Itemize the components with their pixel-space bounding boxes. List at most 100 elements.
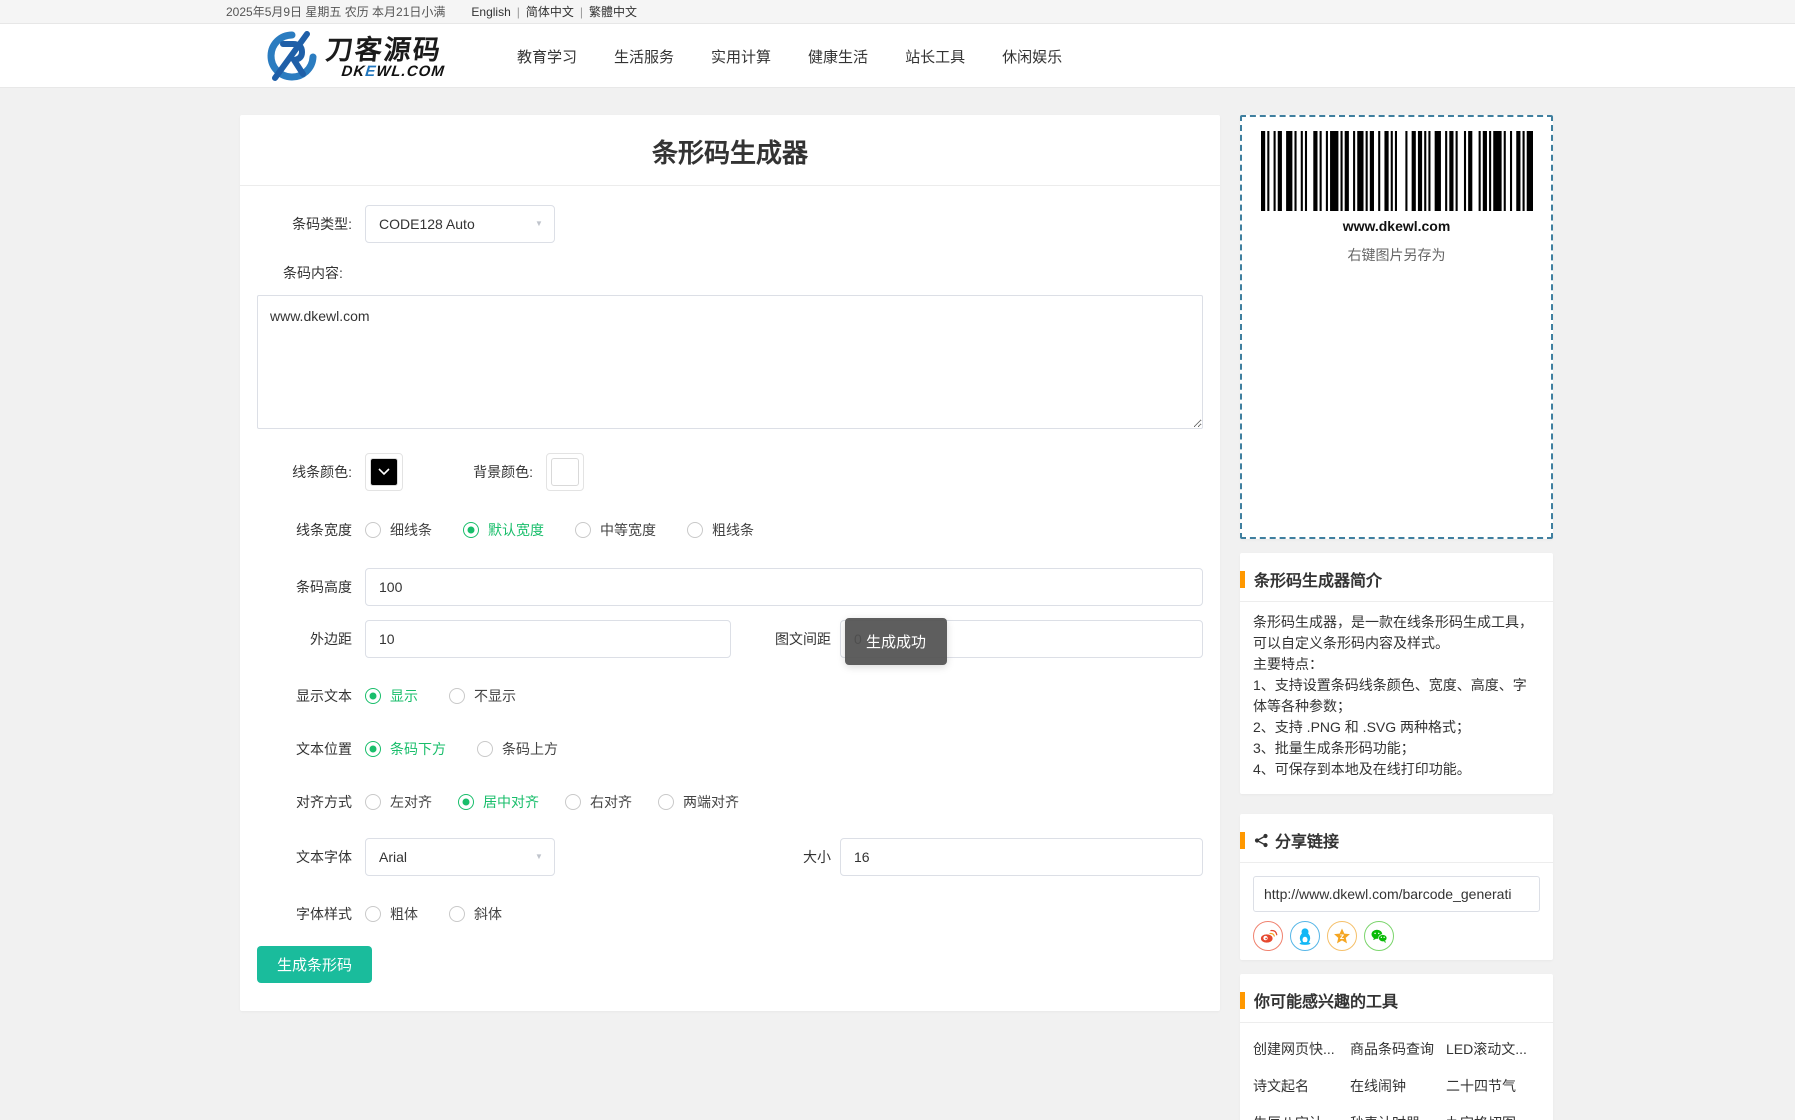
lang-simplified-chinese[interactable]: 简体中文	[526, 3, 574, 20]
line-width-radio-group: 细线条 默认宽度 中等宽度 粗线条	[365, 520, 785, 540]
select-value: CODE128 Auto	[379, 216, 475, 232]
lang-english[interactable]: English	[471, 5, 510, 19]
share-panel-header: 分享链接	[1240, 814, 1553, 863]
radio-label: 居中对齐	[483, 792, 539, 812]
font-size-label: 大小	[761, 847, 831, 867]
radio-bold[interactable]: 粗体	[365, 904, 418, 924]
radio-medium-width[interactable]: 中等宽度	[575, 520, 656, 540]
tool-link-led-scrolling-text[interactable]: LED滚动文...	[1446, 1039, 1540, 1059]
tools-panel-header: 你可能感兴趣的工具	[1240, 974, 1553, 1023]
radio-show[interactable]: 显示	[365, 686, 418, 706]
logo-text: 刀客源码 DKEWL.COM	[323, 37, 449, 80]
page-title: 条形码生成器	[240, 115, 1220, 186]
radio-circle	[565, 794, 581, 810]
success-toast: 生成成功	[845, 618, 947, 665]
radio-align-left[interactable]: 左对齐	[365, 792, 432, 812]
intro-paragraph: 4、可保存到本地及在线打印功能。	[1253, 759, 1540, 780]
nav-item-webmaster-tools[interactable]: 站长工具	[905, 46, 965, 67]
barcode-content-label: 条码内容:	[257, 263, 1203, 283]
main-nav: 教育学习 生活服务 实用计算 健康生活 站长工具 休闲娱乐	[517, 24, 1062, 88]
show-text-radio-group: 显示 不显示	[365, 686, 547, 706]
intro-paragraph: 3、批量生成条形码功能；	[1253, 738, 1540, 759]
radio-label: 右对齐	[590, 792, 632, 812]
barcode-type-label: 条码类型:	[257, 214, 352, 234]
line-color-picker[interactable]	[365, 453, 403, 491]
barcode-preview-panel: www.dkewl.com 右键图片另存为	[1240, 115, 1553, 539]
separator: |	[580, 5, 583, 19]
radio-align-right[interactable]: 右对齐	[565, 792, 632, 812]
logo-title: 刀客源码	[324, 37, 448, 64]
radio-hide[interactable]: 不显示	[449, 686, 516, 706]
tool-link-webpage-shortcut[interactable]: 创建网页快...	[1253, 1039, 1350, 1059]
barcode-content-textarea[interactable]: www.dkewl.com	[257, 295, 1203, 429]
font-style-label: 字体样式	[257, 904, 352, 924]
bg-color-picker[interactable]	[546, 453, 584, 491]
outer-margin-label: 外边距	[257, 629, 352, 649]
radio-label: 左对齐	[390, 792, 432, 812]
intro-body: 条形码生成器，是一款在线条形码生成工具，可以自定义条形码内容及样式。 主要特点：…	[1240, 602, 1553, 794]
tool-link-24-solar-terms[interactable]: 二十四节气	[1446, 1076, 1540, 1096]
tool-link-online-alarm[interactable]: 在线闹钟	[1350, 1076, 1446, 1096]
bg-color-swatch	[551, 458, 579, 486]
radio-circle	[365, 522, 381, 538]
nav-item-entertainment[interactable]: 休闲娱乐	[1002, 46, 1062, 67]
radio-below-barcode[interactable]: 条码下方	[365, 739, 446, 759]
logo-icon	[263, 30, 321, 87]
tool-link-grid-image-cutter[interactable]: 九宫格切图...	[1446, 1113, 1540, 1120]
outer-margin-input[interactable]	[365, 620, 731, 658]
radio-circle	[449, 688, 465, 704]
barcode-image[interactable]: www.dkewl.com	[1261, 131, 1533, 234]
topbar: 2025年5月9日 星期五 农历 本月21日小满 English | 简体中文 …	[0, 0, 1795, 24]
radio-default-width[interactable]: 默认宽度	[463, 520, 544, 540]
tool-link-poem-naming[interactable]: 诗文起名	[1253, 1076, 1350, 1096]
qzone-icon[interactable]: Z	[1327, 921, 1357, 951]
barcode-type-select[interactable]: CODE128 Auto ▼	[365, 205, 555, 243]
nav-item-health[interactable]: 健康生活	[808, 46, 868, 67]
share-url-input[interactable]	[1253, 876, 1540, 912]
text-font-select[interactable]: Arial ▼	[365, 838, 555, 876]
site-logo[interactable]: 刀客源码 DKEWL.COM	[263, 30, 446, 87]
nav-item-calculators[interactable]: 实用计算	[711, 46, 771, 67]
radio-thin-line[interactable]: 细线条	[365, 520, 432, 540]
font-size-input[interactable]	[840, 838, 1203, 876]
intro-paragraph: 2、支持 .PNG 和 .SVG 两种格式；	[1253, 717, 1540, 738]
nav-item-life-services[interactable]: 生活服务	[614, 46, 674, 67]
radio-align-justify[interactable]: 两端对齐	[658, 792, 739, 812]
radio-thick-line[interactable]: 粗线条	[687, 520, 754, 540]
wechat-icon[interactable]	[1364, 921, 1394, 951]
font-style-radio-group: 粗体 斜体	[365, 904, 533, 924]
radio-circle	[575, 522, 591, 538]
text-position-radio-group: 条码下方 条码上方	[365, 739, 589, 759]
share-title: 分享链接	[1275, 828, 1339, 852]
text-gap-label: 图文间距	[761, 629, 831, 649]
intro-paragraph: 主要特点：	[1253, 654, 1540, 675]
select-value: Arial	[379, 849, 407, 865]
radio-align-center[interactable]: 居中对齐	[458, 792, 539, 812]
nav-item-education[interactable]: 教育学习	[517, 46, 577, 67]
radio-above-barcode[interactable]: 条码上方	[477, 739, 558, 759]
radio-label: 粗线条	[712, 520, 754, 540]
intro-paragraph: 条形码生成器，是一款在线条形码生成工具，可以自定义条形码内容及样式。	[1253, 612, 1540, 654]
barcode-text: www.dkewl.com	[1261, 218, 1533, 234]
intro-panel-header: 条形码生成器简介	[1240, 553, 1553, 602]
radio-italic[interactable]: 斜体	[449, 904, 502, 924]
site-header: 刀客源码 DKEWL.COM 教育学习 生活服务 实用计算 健康生活 站长工具 …	[0, 24, 1795, 88]
share-panel: 分享链接	[1240, 814, 1553, 960]
text-position-label: 文本位置	[257, 739, 352, 759]
radio-circle	[477, 741, 493, 757]
tool-link-stopwatch[interactable]: 秒表计时器	[1350, 1113, 1446, 1120]
qq-icon[interactable]	[1290, 921, 1320, 951]
line-color-label: 线条颜色:	[257, 462, 352, 482]
radio-label: 斜体	[474, 904, 502, 924]
tool-link-product-barcode-lookup[interactable]: 商品条码查询	[1350, 1039, 1446, 1059]
separator: |	[517, 5, 520, 19]
barcode-height-input[interactable]	[365, 568, 1203, 606]
lang-traditional-chinese[interactable]: 繁體中文	[589, 3, 637, 20]
generate-barcode-button[interactable]: 生成条形码	[257, 946, 372, 983]
share-icons-row: Z	[1253, 921, 1540, 951]
radio-label: 粗体	[390, 904, 418, 924]
tool-link-bazi-calculator[interactable]: 生辰八字计...	[1253, 1113, 1350, 1120]
chevron-down-icon: ▼	[535, 853, 543, 862]
tools-grid: 创建网页快... 商品条码查询 LED滚动文... 诗文起名 在线闹钟 二十四节…	[1253, 1039, 1540, 1120]
weibo-icon[interactable]	[1253, 921, 1283, 951]
